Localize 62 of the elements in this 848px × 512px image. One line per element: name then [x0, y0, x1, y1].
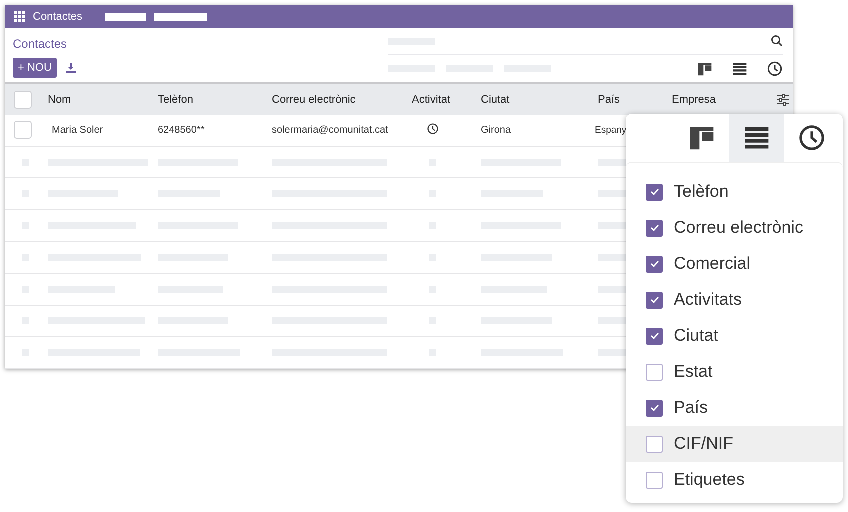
- checkbox[interactable]: [646, 364, 663, 380]
- checkbox[interactable]: [646, 256, 663, 272]
- check-icon: [650, 223, 660, 233]
- history-icon[interactable]: [767, 60, 783, 77]
- menu-placeholder[interactable]: [104, 12, 146, 21]
- check-icon: [650, 187, 660, 197]
- menu-placeholder[interactable]: [154, 12, 207, 21]
- menu-item-label: Estat: [674, 362, 713, 382]
- search-icon[interactable]: [771, 35, 783, 48]
- list-view-icon[interactable]: [732, 60, 748, 77]
- check-icon: [650, 259, 660, 269]
- check-icon: [650, 331, 660, 341]
- check-icon: [650, 403, 660, 413]
- menu-item[interactable]: CIF/NIF: [626, 426, 843, 462]
- table-cell-text: Maria Soler: [51, 124, 104, 136]
- menu-item-label: Telèfon: [674, 182, 729, 202]
- checkbox[interactable]: [646, 292, 663, 308]
- menu-item-label: Ciutat: [674, 326, 718, 346]
- select-all-checkbox[interactable]: [14, 90, 32, 109]
- column-header[interactable]: Activitat: [407, 94, 476, 106]
- menu-item-label: País: [674, 398, 708, 418]
- menu-item-label: Correu electrònic: [674, 218, 804, 238]
- menu-item[interactable]: Estat: [626, 354, 843, 390]
- menu-item[interactable]: Telèfon: [626, 174, 843, 210]
- menu-item[interactable]: Correu electrònic: [626, 210, 843, 246]
- table-cell-text: solermaria@comunitat.cat: [271, 124, 390, 136]
- checkbox[interactable]: [646, 400, 663, 416]
- table-cell-text: Girona: [480, 124, 512, 136]
- column-header[interactable]: Ciutat: [476, 94, 593, 106]
- page-title: Contactes: [13, 37, 68, 54]
- view-button[interactable]: [729, 114, 784, 162]
- column-header[interactable]: País: [593, 94, 667, 106]
- board-view-icon[interactable]: [697, 60, 713, 77]
- apps-grid-icon[interactable]: [14, 11, 25, 22]
- menu-item-label: Comercial: [674, 254, 751, 274]
- checkbox[interactable]: [646, 436, 663, 452]
- history-icon[interactable]: [798, 124, 826, 152]
- checkbox[interactable]: [646, 472, 663, 488]
- checkbox[interactable]: [646, 220, 663, 236]
- menu-item-label: Etiquetes: [674, 470, 745, 490]
- new-button[interactable]: + NOU: [13, 58, 57, 78]
- menu-item-label: Activitats: [674, 290, 742, 310]
- row-checkbox[interactable]: [14, 121, 32, 140]
- menu-item[interactable]: Comercial: [626, 246, 843, 282]
- table-cell-text: Espany: [594, 124, 628, 136]
- column-header[interactable]: Empresa: [667, 94, 767, 106]
- check-icon: [650, 295, 660, 305]
- menu-item[interactable]: País: [626, 390, 843, 426]
- checkbox[interactable]: [646, 184, 663, 200]
- menu-item[interactable]: Etiquetes: [626, 462, 843, 498]
- menu-item-label: CIF/NIF: [674, 434, 734, 454]
- download-icon[interactable]: [66, 63, 76, 74]
- column-header[interactable]: Nom: [43, 94, 153, 106]
- sliders-icon[interactable]: [777, 94, 789, 106]
- clock-icon[interactable]: [427, 122, 439, 135]
- app-title: Contactes: [33, 10, 83, 23]
- column-header[interactable]: Telèfon: [153, 94, 267, 106]
- menu-item[interactable]: Activitats: [626, 282, 843, 318]
- checkbox[interactable]: [646, 328, 663, 344]
- column-header[interactable]: Correu electrònic: [267, 94, 407, 106]
- table-cell-text: 6248560**: [157, 124, 206, 136]
- menu-item[interactable]: Ciutat: [626, 318, 843, 354]
